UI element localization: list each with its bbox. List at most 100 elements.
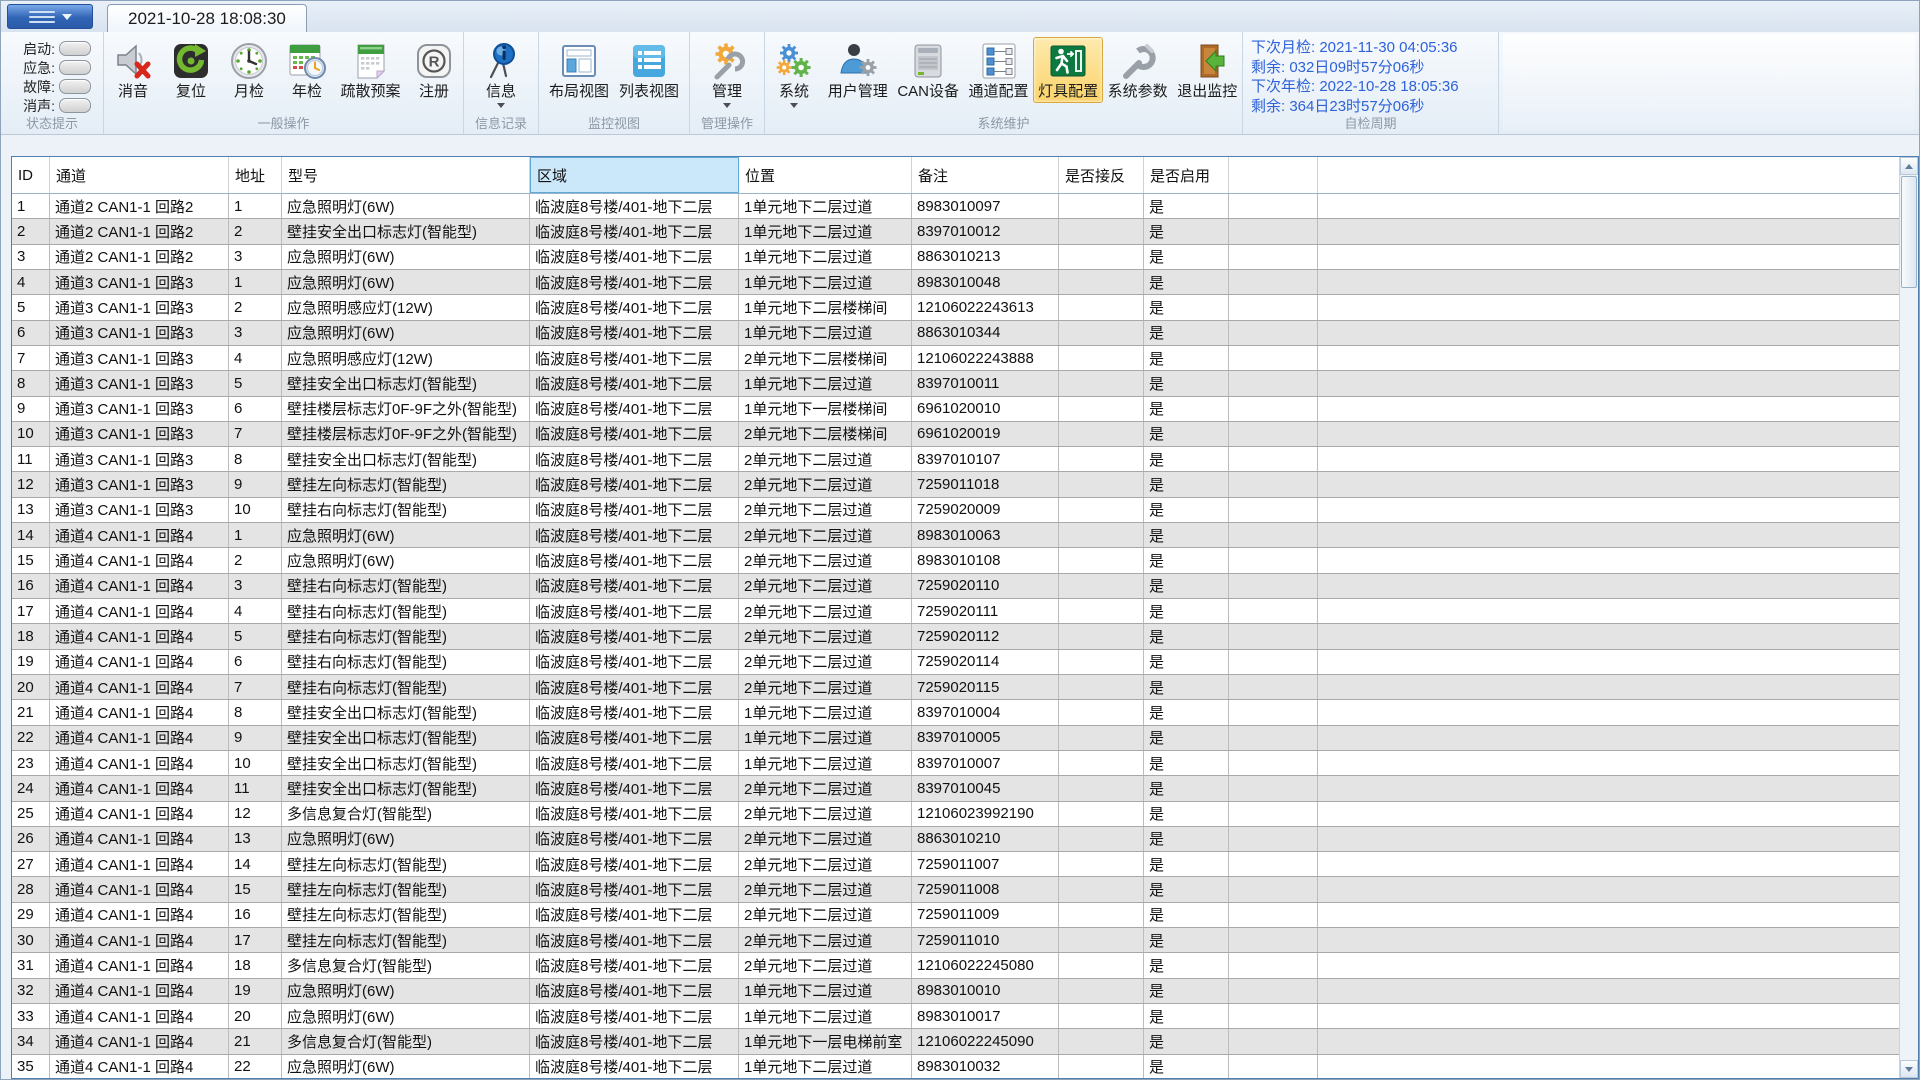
cell: 临波庭8号楼/401-地下二层 xyxy=(530,599,739,623)
header-cell[interactable]: 型号 xyxy=(282,157,530,193)
table-row[interactable]: 13通道3 CAN1-1 回路310壁挂右向标志灯(智能型)临波庭8号楼/401… xyxy=(12,498,1899,523)
table-row[interactable]: 32通道4 CAN1-1 回路419应急照明灯(6W)临波庭8号楼/401-地下… xyxy=(12,979,1899,1004)
cell: 临波庭8号楼/401-地下二层 xyxy=(530,574,739,598)
table-row[interactable]: 3通道2 CAN1-1 回路23应急照明灯(6W)临波庭8号楼/401-地下二层… xyxy=(12,245,1899,270)
table-row[interactable]: 10通道3 CAN1-1 回路37壁挂楼层标志灯0F-9F之外(智能型)临波庭8… xyxy=(12,422,1899,447)
header-cell[interactable]: ID xyxy=(12,157,50,193)
info-button[interactable]: 信息 xyxy=(472,37,530,111)
table-row[interactable]: 16通道4 CAN1-1 回路43壁挂右向标志灯(智能型)临波庭8号楼/401-… xyxy=(12,574,1899,599)
table-row[interactable]: 29通道4 CAN1-1 回路416壁挂左向标志灯(智能型)临波庭8号楼/401… xyxy=(12,903,1899,928)
cell: 应急照明感应灯(12W) xyxy=(282,295,530,319)
cell: 1 xyxy=(229,194,282,218)
header-cell[interactable]: 通道 xyxy=(50,157,229,193)
system-params-button[interactable]: 系统参数 xyxy=(1103,37,1173,103)
table-row[interactable]: 18通道4 CAN1-1 回路45壁挂右向标志灯(智能型)临波庭8号楼/401-… xyxy=(12,624,1899,649)
scrollbar-thumb[interactable] xyxy=(1901,176,1917,288)
header-cell[interactable]: 是否启用 xyxy=(1144,157,1229,193)
table-row[interactable]: 23通道4 CAN1-1 回路410壁挂安全出口标志灯(智能型)临波庭8号楼/4… xyxy=(12,751,1899,776)
table-row[interactable]: 19通道4 CAN1-1 回路46壁挂右向标志灯(智能型)临波庭8号楼/401-… xyxy=(12,650,1899,675)
cell xyxy=(1059,675,1144,699)
cell: 壁挂安全出口标志灯(智能型) xyxy=(282,700,530,724)
table-row[interactable]: 17通道4 CAN1-1 回路44壁挂右向标志灯(智能型)临波庭8号楼/401-… xyxy=(12,599,1899,624)
status-indicator-list: 启动:应急:故障:消声: xyxy=(7,39,103,115)
layout-view-button[interactable]: 布局视图 xyxy=(544,37,614,103)
header-cell[interactable] xyxy=(1229,157,1318,193)
scroll-up-button[interactable] xyxy=(1900,157,1918,175)
table-row[interactable]: 6通道3 CAN1-1 回路33应急照明灯(6W)临波庭8号楼/401-地下二层… xyxy=(12,321,1899,346)
table-row[interactable]: 9通道3 CAN1-1 回路36壁挂楼层标志灯0F-9F之外(智能型)临波庭8号… xyxy=(12,397,1899,422)
channel-config-button[interactable]: 通道配置 xyxy=(964,37,1034,103)
monthly-check-button[interactable]: 月检 xyxy=(220,37,278,103)
cell: 临波庭8号楼/401-地下二层 xyxy=(530,624,739,648)
main-menu-button[interactable] xyxy=(7,4,93,29)
vertical-scrollbar[interactable] xyxy=(1899,157,1918,1078)
table-row[interactable]: 7通道3 CAN1-1 回路34应急照明感应灯(12W)临波庭8号楼/401-地… xyxy=(12,346,1899,371)
annual-check-icon xyxy=(287,41,327,81)
row-filler xyxy=(1318,397,1899,421)
cell: 是 xyxy=(1144,751,1229,775)
table-row[interactable]: 34通道4 CAN1-1 回路421多信息复合灯(智能型)临波庭8号楼/401-… xyxy=(12,1029,1899,1054)
can-device-button[interactable]: CAN设备 xyxy=(893,37,964,103)
table-row[interactable]: 2通道2 CAN1-1 回路22壁挂安全出口标志灯(智能型)临波庭8号楼/401… xyxy=(12,219,1899,244)
cell: 12106023992190 xyxy=(912,802,1059,826)
cell: 通道4 CAN1-1 回路4 xyxy=(50,928,229,952)
table-row[interactable]: 20通道4 CAN1-1 回路47壁挂右向标志灯(智能型)临波庭8号楼/401-… xyxy=(12,675,1899,700)
user-manage-button[interactable]: 用户管理 xyxy=(823,37,893,103)
table-row[interactable]: 28通道4 CAN1-1 回路415壁挂左向标志灯(智能型)临波庭8号楼/401… xyxy=(12,877,1899,902)
cell: 通道4 CAN1-1 回路4 xyxy=(50,979,229,1003)
table-row[interactable]: 27通道4 CAN1-1 回路414壁挂左向标志灯(智能型)临波庭8号楼/401… xyxy=(12,852,1899,877)
mute-button[interactable]: 消音 xyxy=(104,37,162,103)
scroll-down-button[interactable] xyxy=(1900,1060,1918,1078)
cell: 多信息复合灯(智能型) xyxy=(282,802,530,826)
row-filler xyxy=(1318,1029,1899,1053)
header-cell[interactable]: 地址 xyxy=(229,157,282,193)
evacuation-plan-button[interactable]: 疏散预案 xyxy=(336,37,405,103)
cell: 应急照明灯(6W) xyxy=(282,1055,530,1079)
cell xyxy=(1229,751,1318,775)
cell: 临波庭8号楼/401-地下二层 xyxy=(530,852,739,876)
cell: 通道3 CAN1-1 回路3 xyxy=(50,270,229,294)
table-row[interactable]: 11通道3 CAN1-1 回路38壁挂安全出口标志灯(智能型)临波庭8号楼/40… xyxy=(12,447,1899,472)
header-cell[interactable]: 区域 xyxy=(530,157,739,193)
table-row[interactable]: 5通道3 CAN1-1 回路32应急照明感应灯(12W)临波庭8号楼/401-地… xyxy=(12,295,1899,320)
table-row[interactable]: 31通道4 CAN1-1 回路418多信息复合灯(智能型)临波庭8号楼/401-… xyxy=(12,953,1899,978)
table-row[interactable]: 14通道4 CAN1-1 回路41应急照明灯(6W)临波庭8号楼/401-地下二… xyxy=(12,523,1899,548)
ribbon-button-label: 月检 xyxy=(234,84,264,100)
table-row[interactable]: 1通道2 CAN1-1 回路21应急照明灯(6W)临波庭8号楼/401-地下二层… xyxy=(12,194,1899,219)
lamp-config-button[interactable]: 灯具配置 xyxy=(1033,37,1103,103)
table-row[interactable]: 35通道4 CAN1-1 回路422应急照明灯(6W)临波庭8号楼/401-地下… xyxy=(12,1055,1899,1079)
ribbon-button-label: 复位 xyxy=(176,84,206,100)
table-row[interactable]: 26通道4 CAN1-1 回路413应急照明灯(6W)临波庭8号楼/401-地下… xyxy=(12,827,1899,852)
header-cell[interactable]: 备注 xyxy=(912,157,1059,193)
table-row[interactable]: 22通道4 CAN1-1 回路49壁挂安全出口标志灯(智能型)临波庭8号楼/40… xyxy=(12,726,1899,751)
register-button[interactable]: R注册 xyxy=(405,37,463,103)
cell: 2单元地下二层过道 xyxy=(739,903,912,927)
cell: 7 xyxy=(12,346,50,370)
table-row[interactable]: 12通道3 CAN1-1 回路39壁挂左向标志灯(智能型)临波庭8号楼/401-… xyxy=(12,472,1899,497)
table-row[interactable]: 25通道4 CAN1-1 回路412多信息复合灯(智能型)临波庭8号楼/401-… xyxy=(12,802,1899,827)
manage-button[interactable]: 管理 xyxy=(698,37,756,111)
table-row[interactable]: 21通道4 CAN1-1 回路48壁挂安全出口标志灯(智能型)临波庭8号楼/40… xyxy=(12,700,1899,725)
datetime-tab[interactable]: 2021-10-28 18:08:30 xyxy=(107,4,307,32)
table-row[interactable]: 15通道4 CAN1-1 回路42应急照明灯(6W)临波庭8号楼/401-地下二… xyxy=(12,548,1899,573)
cell: 7 xyxy=(229,675,282,699)
table-row[interactable]: 33通道4 CAN1-1 回路420应急照明灯(6W)临波庭8号楼/401-地下… xyxy=(12,1004,1899,1029)
cell: 应急照明灯(6W) xyxy=(282,827,530,851)
table-row[interactable]: 4通道3 CAN1-1 回路31应急照明灯(6W)临波庭8号楼/401-地下二层… xyxy=(12,270,1899,295)
header-cell[interactable]: 位置 xyxy=(739,157,912,193)
annual-check-button[interactable]: 年检 xyxy=(278,37,336,103)
cell: 应急照明感应灯(12W) xyxy=(282,346,530,370)
table-row[interactable]: 24通道4 CAN1-1 回路411壁挂安全出口标志灯(智能型)临波庭8号楼/4… xyxy=(12,776,1899,801)
exit-monitor-button[interactable]: 退出监控 xyxy=(1172,37,1242,103)
system-button[interactable]: 系统 xyxy=(765,37,823,111)
row-filler xyxy=(1318,371,1899,395)
reset-button[interactable]: 复位 xyxy=(162,37,220,103)
table-row[interactable]: 8通道3 CAN1-1 回路35壁挂安全出口标志灯(智能型)临波庭8号楼/401… xyxy=(12,371,1899,396)
table-row[interactable]: 30通道4 CAN1-1 回路417壁挂左向标志灯(智能型)临波庭8号楼/401… xyxy=(12,928,1899,953)
header-cell[interactable]: 是否接反 xyxy=(1059,157,1144,193)
cell xyxy=(1059,548,1144,572)
cell: 通道4 CAN1-1 回路4 xyxy=(50,574,229,598)
cell: 20 xyxy=(229,1004,282,1028)
reset-icon xyxy=(171,41,211,81)
list-view-button[interactable]: 列表视图 xyxy=(614,37,684,103)
